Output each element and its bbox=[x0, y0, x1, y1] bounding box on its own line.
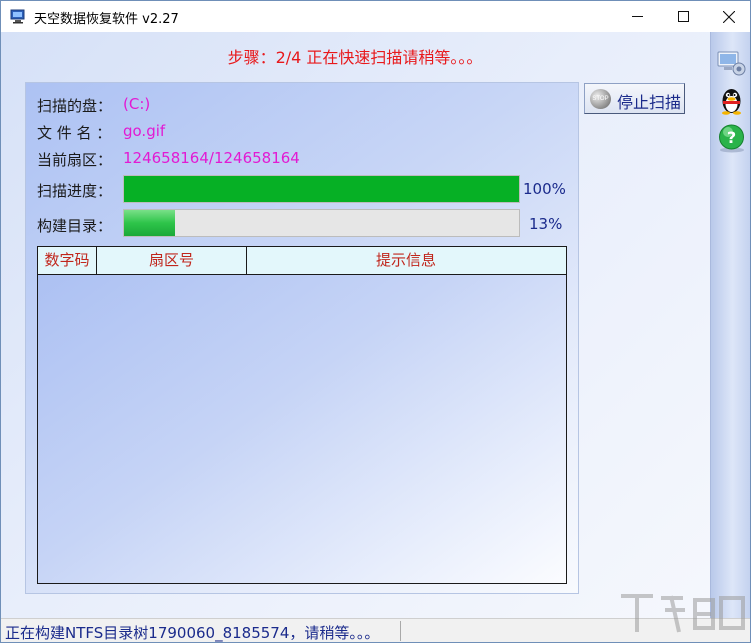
column-header-code[interactable]: 数字码 bbox=[38, 247, 97, 274]
sector-value: 124658164/124658164 bbox=[123, 149, 300, 167]
svg-text:?: ? bbox=[727, 128, 736, 147]
status-separator bbox=[400, 621, 401, 641]
file-name-label: 文 件 名 ： bbox=[37, 124, 112, 142]
table-header: 数字码 扇区号 提示信息 bbox=[38, 247, 566, 275]
disk-value: (C:) bbox=[123, 95, 151, 113]
scan-panel: 扫描的盘： (C:) 文 件 名 ： go.gif 当前扇区： 12465816… bbox=[25, 82, 579, 594]
column-header-message[interactable]: 提示信息 bbox=[247, 247, 565, 274]
directory-progress-bar bbox=[123, 209, 520, 237]
minimize-icon bbox=[631, 16, 643, 17]
scan-progress-label: 扫描进度： bbox=[37, 182, 113, 200]
stop-scan-label: 停止扫描 bbox=[617, 93, 682, 112]
close-icon bbox=[723, 10, 735, 23]
directory-progress-label: 构建目录： bbox=[37, 217, 113, 235]
scan-progress-fill bbox=[124, 176, 519, 202]
help-icon[interactable]: ? bbox=[715, 122, 748, 154]
maximize-button[interactable] bbox=[660, 1, 706, 32]
title-bar[interactable]: 天空数据恢复软件 v2.27 bbox=[1, 1, 750, 32]
watermark-logo bbox=[621, 594, 745, 633]
sector-label: 当前扇区： bbox=[37, 151, 113, 169]
status-message: 正在构建NTFS目录树1790060_8185574，请稍等。。。 bbox=[5, 624, 380, 642]
qq-penguin-icon[interactable] bbox=[715, 84, 748, 116]
window-title: 天空数据恢复软件 v2.27 bbox=[34, 12, 179, 27]
disk-label: 扫描的盘： bbox=[37, 97, 113, 115]
app-icon bbox=[10, 9, 25, 24]
side-toolbar: ? bbox=[710, 32, 750, 618]
settings-computer-icon[interactable] bbox=[715, 46, 748, 78]
close-button[interactable] bbox=[706, 1, 750, 32]
stop-disc-icon: STOP bbox=[590, 89, 611, 109]
client-area: 步骤：2/4 正在快速扫描请稍等。。。 扫描的盘： (C:) 文 件 名 ： g… bbox=[1, 32, 750, 618]
minimize-button[interactable] bbox=[614, 1, 660, 32]
stop-scan-button[interactable]: STOP 停止扫描 bbox=[584, 83, 685, 114]
results-table[interactable]: 数字码 扇区号 提示信息 bbox=[37, 246, 567, 584]
directory-progress-percent: 13% bbox=[529, 215, 563, 233]
scan-progress-bar bbox=[123, 175, 520, 203]
scan-progress-percent: 100% bbox=[523, 180, 566, 198]
file-name-value: go.gif bbox=[123, 122, 166, 140]
column-header-sector[interactable]: 扇区号 bbox=[97, 247, 247, 274]
app-window: 天空数据恢复软件 v2.27 步骤：2/4 正在快速扫描请稍等。。。 扫描的盘：… bbox=[0, 0, 751, 643]
maximize-icon bbox=[677, 11, 689, 22]
directory-progress-fill bbox=[124, 210, 176, 236]
step-indicator: 步骤：2/4 正在快速扫描请稍等。。。 bbox=[227, 48, 483, 67]
